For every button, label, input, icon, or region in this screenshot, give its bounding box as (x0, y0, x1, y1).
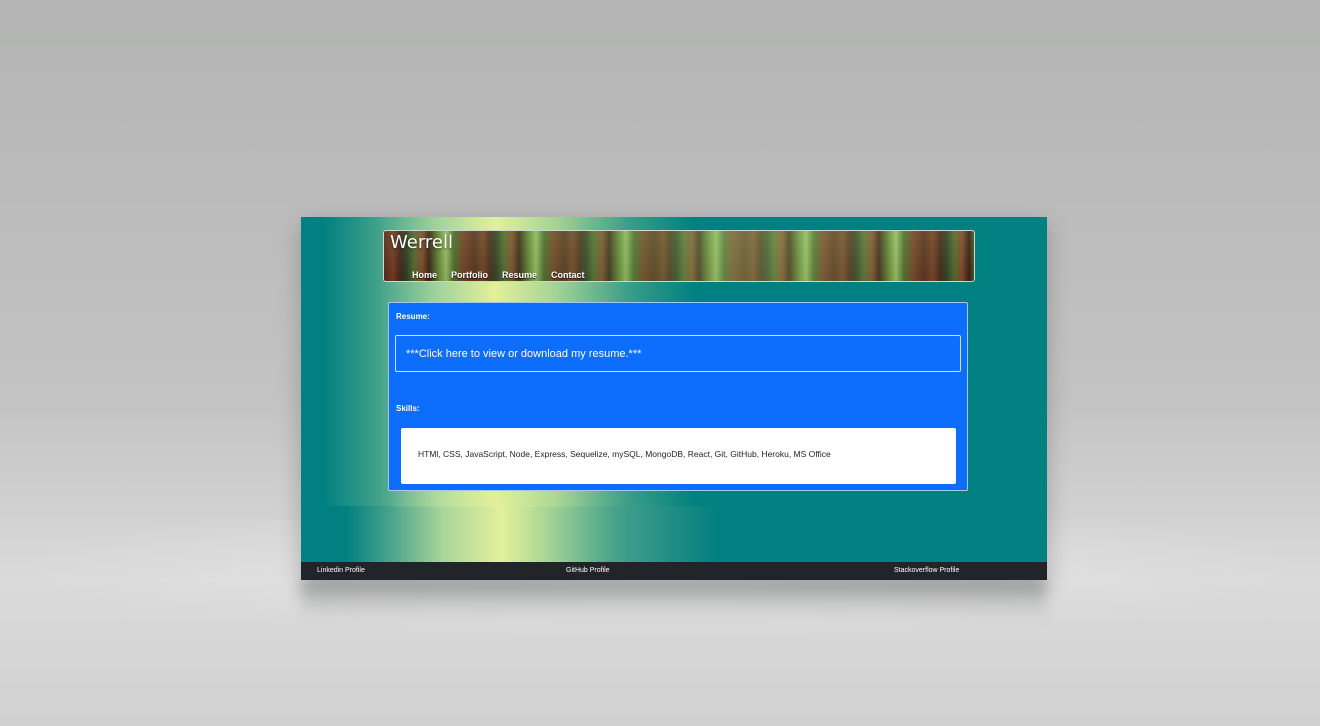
footer-link-stackoverflow[interactable]: Stackoverflow Profile (894, 567, 959, 574)
resume-download-link[interactable]: ***Click here to view or download my res… (395, 335, 961, 372)
nav-item-contact[interactable]: Contact (551, 270, 585, 280)
resume-heading: Resume: (396, 312, 430, 321)
site-header-banner: Werrell Home Portfolio Resume Contact (383, 230, 975, 282)
nav-item-home[interactable]: Home (412, 270, 437, 280)
browser-screen: Werrell Home Portfolio Resume Contact Re… (301, 217, 1047, 580)
main-nav: Home Portfolio Resume Contact (412, 270, 599, 280)
screen-reflection (301, 580, 1047, 620)
background-gradient-bottom (301, 506, 1047, 562)
resume-card: Resume: ***Click here to view or downloa… (388, 302, 968, 491)
nav-item-resume[interactable]: Resume (502, 270, 537, 280)
skills-heading: Skills: (396, 404, 420, 413)
footer-link-linkedin[interactable]: Linkedin Profile (317, 567, 365, 574)
footer-link-github[interactable]: GitHub Profile (566, 567, 610, 574)
skills-list: HTMl, CSS, JavaScript, Node, Express, Se… (401, 428, 956, 484)
site-footer: Linkedin Profile GitHub Profile Stackove… (301, 562, 1047, 580)
site-title: Werrell (390, 232, 453, 253)
nav-item-portfolio[interactable]: Portfolio (451, 270, 488, 280)
